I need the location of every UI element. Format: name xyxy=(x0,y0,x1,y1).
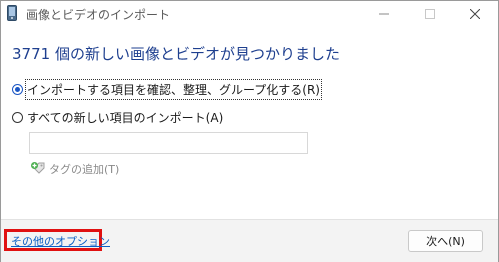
more-options-link[interactable]: その他のオプション xyxy=(11,233,110,249)
next-button[interactable]: 次へ(N) xyxy=(408,230,483,252)
tag-input[interactable] xyxy=(29,132,308,154)
radio-label-review: インポートする項目を確認、整理、グループ化する(R) xyxy=(25,78,322,100)
maximize-button[interactable] xyxy=(407,1,453,27)
add-tag-label: タグの追加(T) xyxy=(49,163,120,176)
add-tag-button[interactable]: タグの追加(T) xyxy=(30,161,119,177)
camera-phone-icon xyxy=(7,5,17,21)
window-title: 画像とビデオのインポート xyxy=(26,8,171,22)
minimize-button[interactable] xyxy=(361,1,407,27)
radio-review-organize-group[interactable] xyxy=(12,83,23,95)
option-import-all-new[interactable]: すべての新しい項目のインポート(A) xyxy=(12,108,223,126)
found-items-heading: 3771 個の新しい画像とビデオが見つかりました xyxy=(12,45,340,63)
radio-import-all-new[interactable] xyxy=(12,111,23,123)
radio-label-import-all: すべての新しい項目のインポート(A) xyxy=(27,110,224,125)
import-dialog: 画像とビデオのインポート 3771 個の新しい画像とビデオが見つかりました イン… xyxy=(0,0,499,262)
minimize-icon xyxy=(379,13,389,15)
option-review-organize-group[interactable]: インポートする項目を確認、整理、グループ化する(R) xyxy=(12,78,322,100)
close-button[interactable] xyxy=(452,1,498,27)
title-bar: 画像とビデオのインポート xyxy=(1,1,498,27)
maximize-icon xyxy=(425,9,435,19)
close-icon xyxy=(470,9,480,19)
tag-add-icon xyxy=(30,161,46,177)
